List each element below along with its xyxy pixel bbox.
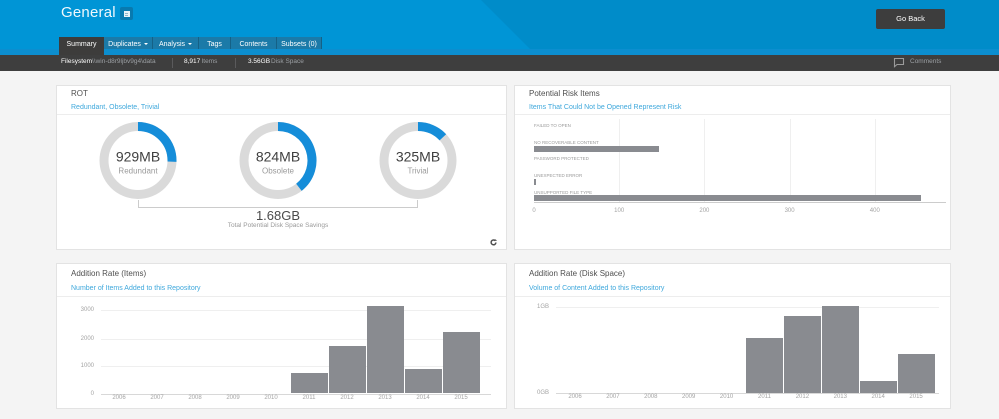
svg-text:Obsolete: Obsolete [262, 167, 295, 176]
svg-text:Redundant: Redundant [118, 167, 158, 176]
svg-text:824MB: 824MB [256, 149, 300, 165]
svg-text:325MB: 325MB [396, 149, 440, 165]
svg-text:Trivial: Trivial [407, 167, 428, 176]
svg-text:929MB: 929MB [116, 149, 160, 165]
